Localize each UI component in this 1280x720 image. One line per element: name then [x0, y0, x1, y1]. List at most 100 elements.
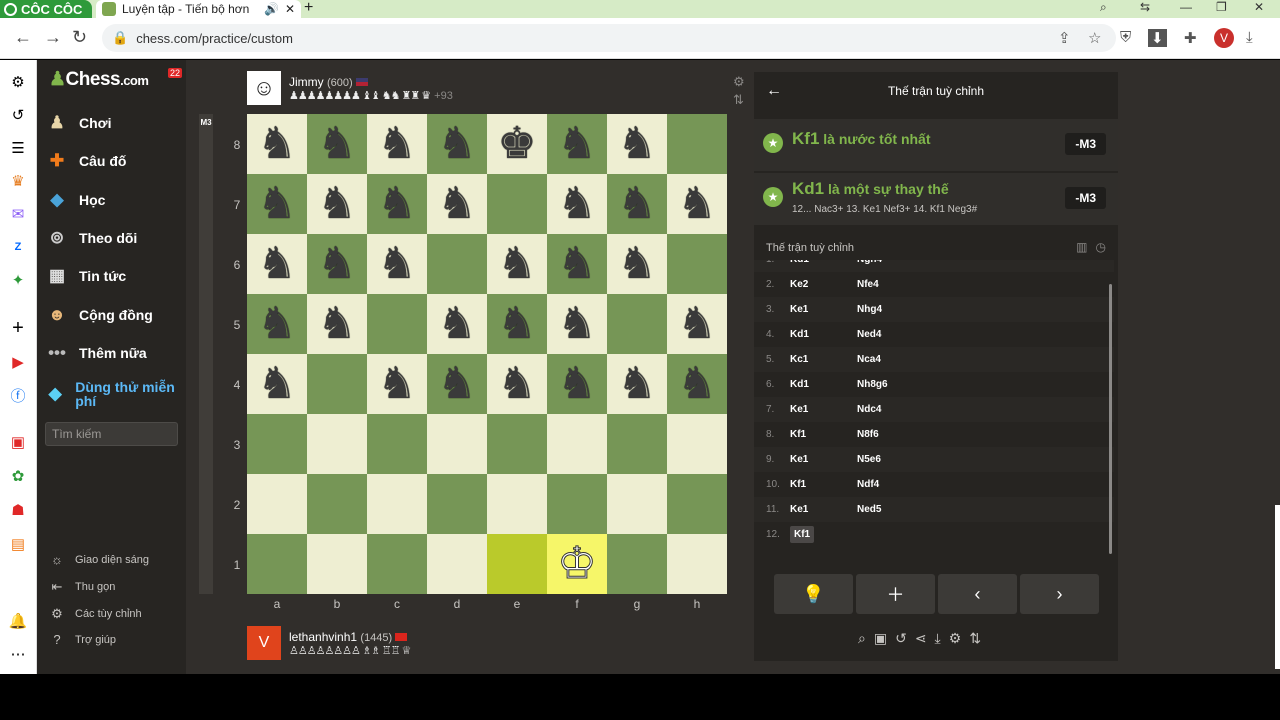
- move-list-scrollbar[interactable]: [1109, 284, 1112, 554]
- black-knight-icon[interactable]: ♞: [317, 302, 356, 346]
- black-knight-icon[interactable]: ♞: [557, 362, 596, 406]
- url-bar[interactable]: 🔒 chess.com/practice/custom: [102, 24, 1116, 52]
- share-icon[interactable]: ⇪: [1058, 29, 1071, 47]
- black-knight-icon[interactable]: ♞: [257, 362, 296, 406]
- profile-avatar[interactable]: V: [1214, 28, 1234, 48]
- square-a2[interactable]: [247, 474, 307, 534]
- black-knight-icon[interactable]: ♞: [617, 242, 656, 286]
- bottom-player-name[interactable]: lethanhvinh1: [289, 630, 357, 644]
- black-knight-icon[interactable]: ♞: [557, 122, 596, 166]
- square-g2[interactable]: [607, 474, 667, 534]
- square-g5[interactable]: [607, 294, 667, 354]
- black-knight-icon[interactable]: ♞: [377, 362, 416, 406]
- square-c3[interactable]: [367, 414, 427, 474]
- settings-icon[interactable]: ⚙: [8, 72, 28, 92]
- square-h5[interactable]: ♞: [667, 294, 727, 354]
- square-f4[interactable]: ♞: [547, 354, 607, 414]
- gift-icon[interactable]: ✿: [8, 466, 28, 486]
- best-move-card[interactable]: ★ Kf1 là nước tốt nhất -M3: [754, 119, 1118, 171]
- sidebar-search-input[interactable]: Tìm kiếm: [45, 422, 178, 446]
- square-g3[interactable]: [607, 414, 667, 474]
- black-knight-icon[interactable]: ♞: [617, 182, 656, 226]
- white-move[interactable]: Ke1: [788, 504, 855, 515]
- nav-more[interactable]: ••• Thêm nữa: [45, 342, 147, 364]
- square-f5[interactable]: ♞: [547, 294, 607, 354]
- black-knight-icon[interactable]: ♞: [677, 302, 716, 346]
- square-c1[interactable]: [367, 534, 427, 594]
- square-c4[interactable]: ♞: [367, 354, 427, 414]
- add-panel-icon[interactable]: +: [8, 317, 28, 339]
- square-e5[interactable]: ♞: [487, 294, 547, 354]
- white-move[interactable]: Kf1: [788, 429, 855, 440]
- nav-watch[interactable]: ⊚ Theo dõi: [45, 227, 137, 249]
- square-f6[interactable]: ♞: [547, 234, 607, 294]
- back-arrow-icon[interactable]: ←: [766, 82, 782, 100]
- notification-badge[interactable]: 22: [168, 68, 183, 78]
- square-e8[interactable]: ♚: [487, 114, 547, 174]
- square-e4[interactable]: ♞: [487, 354, 547, 414]
- white-move[interactable]: Kd1: [788, 260, 855, 265]
- collapse-button[interactable]: ⇤ Thu gọn: [49, 579, 116, 595]
- new-game-button[interactable]: ＋: [856, 574, 935, 614]
- square-g4[interactable]: ♞: [607, 354, 667, 414]
- sync-icon[interactable]: ⇆: [1140, 0, 1150, 14]
- top-player-name[interactable]: Jimmy: [289, 75, 324, 89]
- black-knight-icon[interactable]: ♞: [377, 122, 416, 166]
- analysis-icon[interactable]: ⌕: [858, 630, 866, 647]
- bot-avatar[interactable]: ☺: [247, 71, 281, 105]
- clock-icon[interactable]: ◷: [1096, 240, 1106, 254]
- square-f3[interactable]: [547, 414, 607, 474]
- square-d7[interactable]: ♞: [427, 174, 487, 234]
- black-knight-icon[interactable]: ♞: [677, 362, 716, 406]
- square-e7[interactable]: [487, 174, 547, 234]
- square-h8[interactable]: [667, 114, 727, 174]
- extensions-puzzle-icon[interactable]: ✚: [1184, 29, 1197, 47]
- new-tab-button[interactable]: +: [304, 0, 313, 17]
- square-g8[interactable]: ♞: [607, 114, 667, 174]
- youtube-icon[interactable]: ▶: [8, 352, 28, 372]
- black-knight-icon[interactable]: ♞: [317, 242, 356, 286]
- black-knight-icon[interactable]: ♞: [617, 122, 656, 166]
- black-move[interactable]: Ngh4: [855, 260, 922, 265]
- black-move[interactable]: Ndc4: [855, 404, 922, 415]
- square-h1[interactable]: [667, 534, 727, 594]
- black-knight-icon[interactable]: ♞: [257, 242, 296, 286]
- hat-icon[interactable]: ☗: [8, 500, 28, 520]
- nav-community[interactable]: ☻ Cộng đồng: [45, 304, 153, 326]
- facebook-icon[interactable]: ⓕ: [8, 385, 28, 405]
- square-a6[interactable]: ♞: [247, 234, 307, 294]
- square-b6[interactable]: ♞: [307, 234, 367, 294]
- previous-move-button[interactable]: ‹: [938, 574, 1017, 614]
- flip-icon[interactable]: ⇅: [969, 630, 981, 647]
- nav-learn[interactable]: ◆ Học: [45, 189, 105, 211]
- black-knight-icon[interactable]: ♞: [377, 242, 416, 286]
- square-g6[interactable]: ♞: [607, 234, 667, 294]
- white-king-icon[interactable]: ♔: [557, 541, 597, 586]
- black-knight-icon[interactable]: ♞: [317, 182, 356, 226]
- download-icon[interactable]: ⤓: [935, 630, 941, 647]
- black-knight-icon[interactable]: ♞: [557, 242, 596, 286]
- nav-puzzles[interactable]: ✚ Câu đố: [45, 150, 127, 172]
- board-settings-icon[interactable]: ⚙: [733, 73, 745, 91]
- reload-icon[interactable]: ↻: [72, 27, 87, 48]
- square-a7[interactable]: ♞: [247, 174, 307, 234]
- square-b8[interactable]: ♞: [307, 114, 367, 174]
- square-b3[interactable]: [307, 414, 367, 474]
- black-knight-icon[interactable]: ♞: [557, 302, 596, 346]
- share-icon[interactable]: ⋖: [915, 630, 927, 647]
- back-icon[interactable]: ←: [14, 27, 32, 48]
- nav-play[interactable]: ♟ Chơi: [45, 112, 111, 134]
- black-move[interactable]: Nfe4: [855, 279, 922, 290]
- square-b4[interactable]: [307, 354, 367, 414]
- square-f7[interactable]: ♞: [547, 174, 607, 234]
- square-h4[interactable]: ♞: [667, 354, 727, 414]
- black-move[interactable]: Nhg4: [855, 304, 922, 315]
- audio-icon[interactable]: 🔊: [264, 2, 279, 16]
- user-avatar[interactable]: V: [247, 626, 281, 660]
- square-h3[interactable]: [667, 414, 727, 474]
- square-f2[interactable]: [547, 474, 607, 534]
- next-move-button[interactable]: ›: [1020, 574, 1099, 614]
- black-knight-icon[interactable]: ♞: [377, 182, 416, 226]
- black-knight-icon[interactable]: ♞: [677, 182, 716, 226]
- flip-board-icon[interactable]: ⇅: [733, 91, 745, 109]
